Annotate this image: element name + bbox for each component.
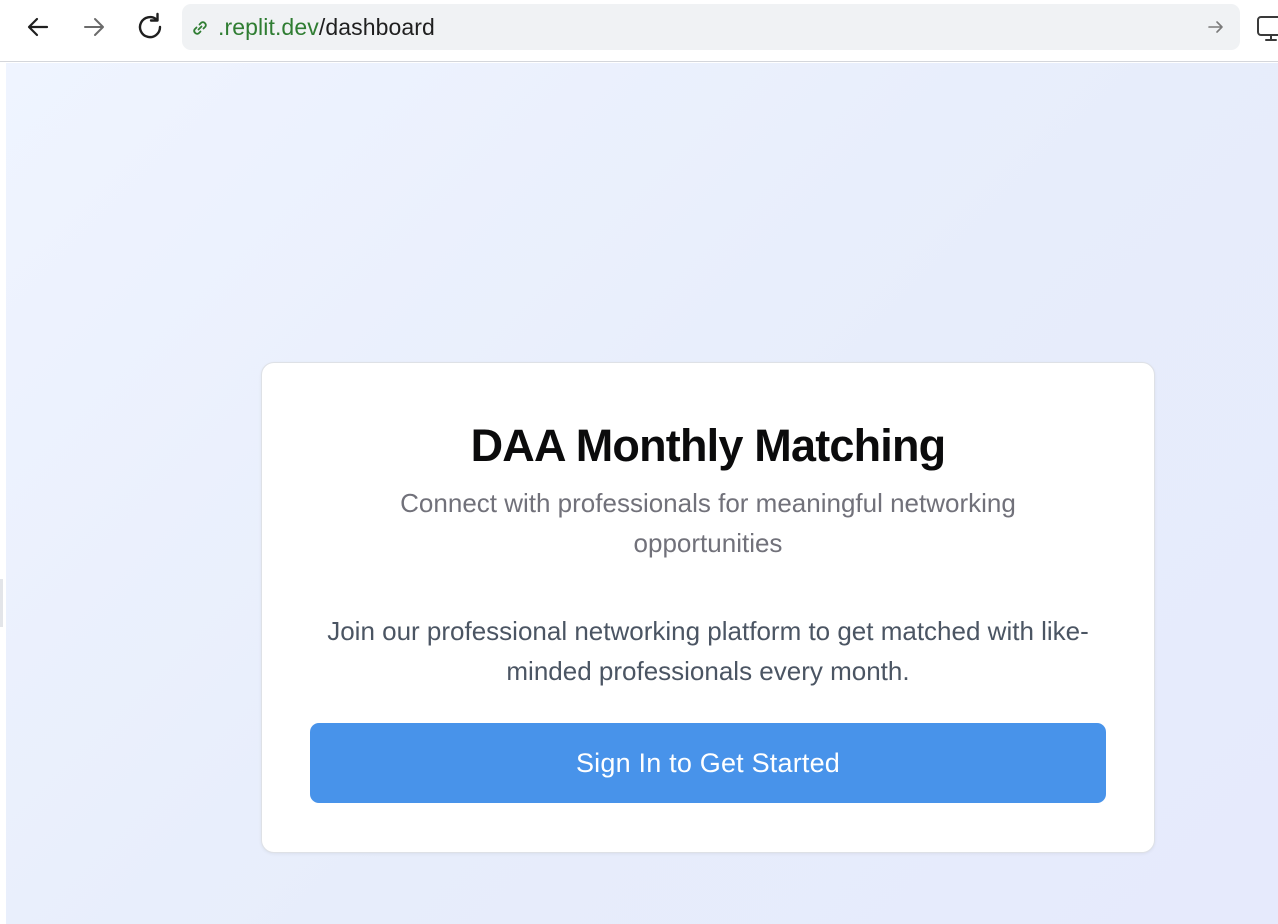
reload-button[interactable] bbox=[132, 9, 168, 45]
back-button[interactable] bbox=[20, 9, 56, 45]
back-arrow-icon bbox=[27, 17, 49, 37]
reload-icon bbox=[138, 12, 162, 39]
welcome-card: DAA Monthly Matching Connect with profes… bbox=[261, 362, 1155, 853]
go-arrow-icon[interactable] bbox=[1206, 17, 1226, 37]
welcome-description: Join our professional networking platfor… bbox=[327, 616, 1089, 686]
browser-toolbar: .replit.dev/dashboard bbox=[0, 0, 1278, 62]
address-bar[interactable]: .replit.dev/dashboard bbox=[182, 4, 1240, 50]
url-text: .replit.dev/dashboard bbox=[218, 4, 435, 50]
url-path: /dashboard bbox=[318, 14, 435, 40]
resize-handle[interactable] bbox=[0, 579, 3, 627]
link-icon bbox=[193, 21, 207, 35]
page-background: DAA Monthly Matching Connect with profes… bbox=[6, 63, 1278, 924]
url-domain: .replit.dev bbox=[218, 14, 319, 40]
page-title: DAA Monthly Matching bbox=[470, 420, 947, 471]
page-subtitle: Connect with professionals for meaningfu… bbox=[400, 488, 1016, 558]
monitor-icon[interactable] bbox=[1256, 14, 1278, 44]
sign-in-button[interactable]: Sign In to Get Started bbox=[310, 723, 1106, 803]
forward-button[interactable] bbox=[76, 9, 112, 45]
forward-arrow-icon bbox=[84, 18, 104, 36]
